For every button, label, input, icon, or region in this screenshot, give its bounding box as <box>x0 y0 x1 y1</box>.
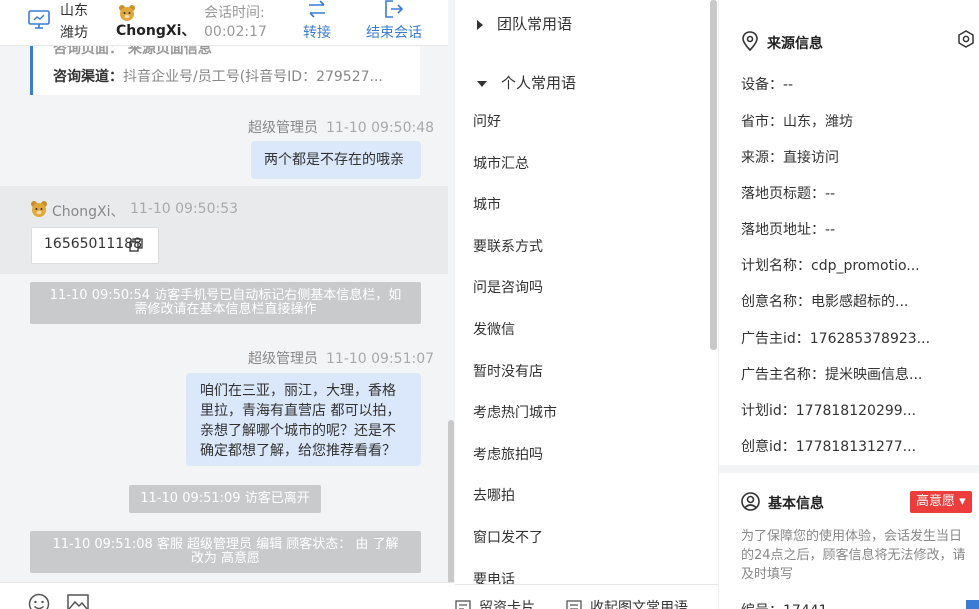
team-phrases-group[interactable]: 团队常用语 <box>477 13 572 34</box>
intent-status-badge[interactable]: 高意愿 ▾ <box>910 491 972 513</box>
phrase-item[interactable]: 窗口发不了 <box>473 528 703 570</box>
session-time-value: 00:02:17 <box>204 24 267 40</box>
source-info-label: 来源信息 <box>767 36 823 52</box>
personal-phrases-group[interactable]: 个人常用语 <box>477 72 576 93</box>
transfer-icon <box>309 0 325 18</box>
monitor-icon <box>28 10 50 29</box>
phrase-list: 问好 城市汇总 城市 要联系方式 问是咨询吗 发微信 暂时没有店 考虑热门城市 … <box>473 112 703 609</box>
transfer-button[interactable]: 转接 <box>303 0 331 42</box>
location-pin-icon <box>742 31 758 52</box>
phrase-item[interactable]: 城市汇总 <box>473 154 703 196</box>
advertiser-id-row: 广告主id：176285378923... <box>741 331 931 347</box>
phrases-toolbar: 留资卡片 收起图文常用语 <box>455 584 718 609</box>
end-session-label: 结束会话 <box>366 25 422 41</box>
message-meta: 超级管理员 11-10 09:50:48 <box>248 117 434 137</box>
customer-message-time: 11-10 09:50:53 <box>130 201 239 217</box>
phrase-item[interactable]: 考虑旅拍吗 <box>473 445 703 487</box>
visitor-location: 山东 潍坊 <box>60 3 88 41</box>
chat-scrollbar[interactable] <box>448 420 454 590</box>
system-message: 11-10 09:51:09 访客已离开 <box>129 485 321 513</box>
basic-info-label: 基本信息 <box>768 496 824 512</box>
phrase-item[interactable]: 考虑热门城市 <box>473 403 703 445</box>
copy-icon[interactable] <box>129 238 143 252</box>
customer-avatar-icon <box>31 201 47 217</box>
expanded-arrow-icon <box>477 80 487 87</box>
collapse-phrases-label: 收起图文常用语 <box>590 600 688 609</box>
chat-header: 山东 潍坊 ChongXi、 会话时间: 00:02:17 转接 结束会话 <box>0 0 448 46</box>
edit-deadline-note: 为了保障您的使用体验，会话发生当日的24点之后，顾客信息将无法修改，请及时填写 <box>741 529 966 582</box>
agent-message-bubble[interactable]: 咱们在三亚，丽江，大理，香格里拉，青海有直营店 都可以拍，亲想了解哪个城市的呢？… <box>186 373 421 466</box>
card-icon <box>455 600 471 609</box>
section-divider <box>719 465 979 473</box>
end-session-button[interactable]: 结束会话 <box>366 0 422 42</box>
team-phrases-label: 团队常用语 <box>497 15 573 33</box>
source-row: 来源：直接访问 <box>741 150 839 166</box>
basic-info-title: 基本信息 <box>741 492 824 513</box>
intent-status-label: 高意愿 <box>916 494 956 509</box>
hide-eye-icon[interactable] <box>957 30 975 48</box>
leave-card-button[interactable]: 留资卡片 <box>455 597 535 609</box>
leave-card-label: 留资卡片 <box>479 600 535 609</box>
consult-channel-row: 咨询渠道：抖音企业号/员工号(抖音号ID：279527... <box>53 66 383 86</box>
caret-down-icon: ▾ <box>955 494 966 509</box>
logout-icon <box>385 0 404 18</box>
personal-phrases-label: 个人常用语 <box>501 74 577 92</box>
collapse-phrases-button[interactable]: 收起图文常用语 <box>566 597 688 609</box>
user-circle-icon <box>741 492 760 511</box>
source-info-title: 来源信息 <box>741 31 823 53</box>
phrase-item[interactable]: 问是咨询吗 <box>473 278 703 320</box>
phrase-item[interactable]: 暂时没有店 <box>473 362 703 404</box>
transfer-label: 转接 <box>303 25 331 41</box>
landing-title-row: 落地页标题：-- <box>741 186 836 202</box>
system-message: 11-10 09:50:54 访客手机号已自动标记右侧基本信息栏，如需修改请在基… <box>30 282 421 324</box>
chat-toolbar <box>0 582 455 609</box>
phrase-item[interactable]: 城市 <box>473 195 703 237</box>
channel-label: 咨询渠道： <box>53 69 123 85</box>
phrase-item[interactable]: 要联系方式 <box>473 237 703 279</box>
source-info-card: 咨询页面： 来源页面信息 咨询渠道：抖音企业号/员工号(抖音号ID：279527… <box>30 40 420 95</box>
message-sender: 超级管理员 <box>248 120 318 136</box>
session-time-label: 会话时间: <box>204 5 265 21</box>
creative-id-row: 创意id：177818131277... <box>741 439 917 455</box>
phrases-scrollbar[interactable] <box>710 0 717 350</box>
plan-id-row: 计划id：177818120299... <box>741 403 917 419</box>
customer-sender: ChongXi、 <box>52 204 125 220</box>
chat-panel: 咨询页面： 来源页面信息 咨询渠道：抖音企业号/员工号(抖音号ID：279527… <box>0 0 455 609</box>
province-row: 省市：山东，潍坊 <box>741 114 853 130</box>
phone-number: 16565011188 <box>44 236 142 252</box>
image-icon[interactable] <box>67 594 89 609</box>
customer-name: ChongXi、 <box>116 23 196 39</box>
creative-name-row: 创意名称：电影感超标的... <box>741 294 909 310</box>
device-row: 设备：-- <box>741 77 794 93</box>
landing-url-row: 落地页地址：-- <box>741 222 836 238</box>
phrase-item[interactable]: 去哪拍 <box>473 486 703 528</box>
collapsed-arrow-icon <box>477 19 483 30</box>
system-message: 11-10 09:51:08 客服 超级管理员 编辑 顾客状态： 由 了解 改为… <box>30 531 421 573</box>
message-time: 11-10 09:50:48 <box>326 120 435 136</box>
collapse-icon <box>566 600 582 609</box>
advertiser-name-row: 广告主名称：提米映画信息... <box>741 367 923 383</box>
phrases-panel: 团队常用语 个人常用语 问好 城市汇总 城市 要联系方式 问是咨询吗 发微信 暂… <box>455 0 718 609</box>
plan-name-row: 计划名称：cdp_promotio... <box>741 258 920 274</box>
selection-highlight <box>966 600 979 609</box>
customer-message-block: ChongXi、 11-10 09:50:53 16565011188 <box>0 186 448 274</box>
id-row: 编号：17441 <box>741 600 828 609</box>
phrase-item[interactable]: 问好 <box>473 112 703 154</box>
emoji-icon[interactable] <box>28 593 50 609</box>
message-sender: 超级管理员 <box>248 351 318 367</box>
channel-value: 抖音企业号/员工号(抖音号ID：279527... <box>123 69 383 85</box>
customer-info-panel: 来源信息 设备：-- 省市：山东，潍坊 来源：直接访问 落地页标题：-- 落地页… <box>718 0 979 609</box>
phrase-item[interactable]: 发微信 <box>473 320 703 362</box>
message-time: 11-10 09:51:07 <box>326 351 435 367</box>
message-meta: 超级管理员 11-10 09:51:07 <box>248 348 434 368</box>
agent-message-bubble[interactable]: 两个都是不存在的哦亲 <box>251 141 421 179</box>
